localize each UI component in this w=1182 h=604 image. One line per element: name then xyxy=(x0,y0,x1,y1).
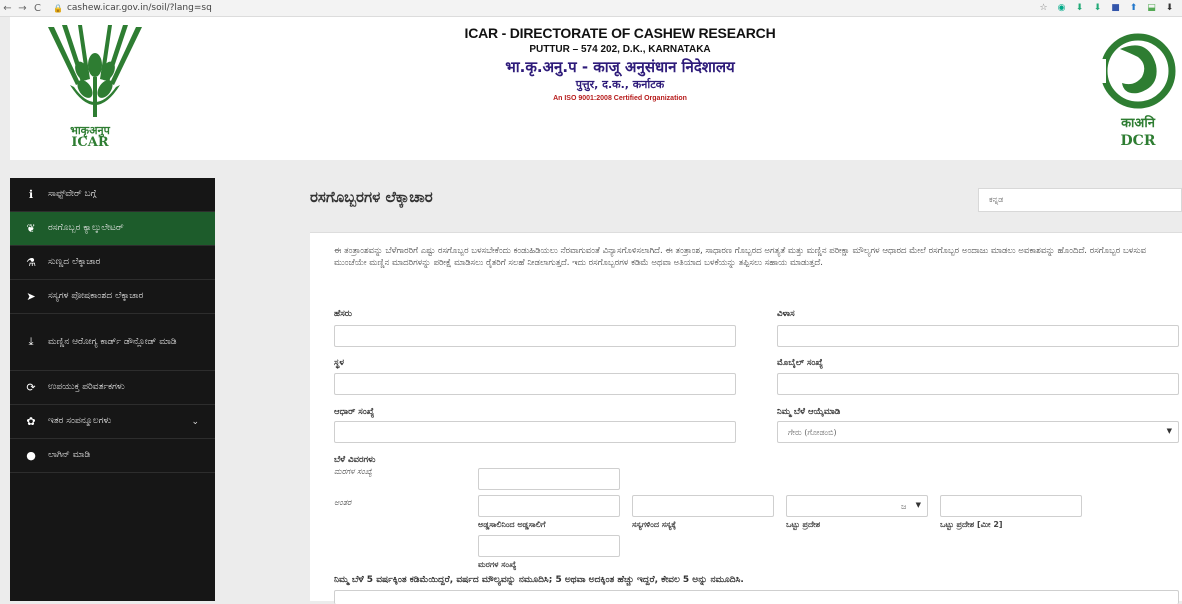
address-bar[interactable]: 🔒 cashew.icar.gov.in/soil/?lang=sq xyxy=(53,3,212,13)
forward-icon[interactable]: → xyxy=(15,3,30,14)
institute-title: ICAR - DIRECTORATE OF CASHEW RESEARCH PU… xyxy=(410,25,830,102)
plant-spacing-field[interactable] xyxy=(632,495,774,517)
caret-down-icon: ▼ xyxy=(1166,427,1172,435)
intro-text: ಈ ತಂತ್ರಾಂಶವನ್ನು ಬೆಳೆಗಾರರಿಗೆ ಎಷ್ಟು ರಸಗೊಬ್… xyxy=(334,246,1147,268)
total-area-caption: ಒಟ್ಟು ಪ್ರದೇಶ xyxy=(786,520,821,529)
row-to-row-caption: ಅಡ್ಡಸಾಲಿನಿಂದ ಅಡ್ಡಸಾಲಿಗೆ xyxy=(478,520,546,529)
sidebar-item-about[interactable]: ℹ ಸಾಫ್ಟ್‌ವೇರ್ ಬಗ್ಗೆ xyxy=(10,178,215,212)
icar-logo-text: ICAR xyxy=(71,135,109,150)
sidebar-nav: ℹ ಸಾಫ್ಟ್‌ವೇರ್ ಬಗ್ಗೆ ❦ ರಸಗೊಬ್ಬರ ಕ್ಯಾಲ್ಕುಲ… xyxy=(10,178,215,601)
unit-select[interactable]: ಜ ▼ xyxy=(786,495,928,517)
address-label: ವಿಳಾಸ xyxy=(777,309,795,319)
plant-to-plant-caption: ಸಸ್ಯಗಳಿಂದ ಸಸ್ಯಕ್ಕೆ xyxy=(632,520,677,529)
sidebar-item-label: ಮಣ್ಣಿನ ಆರೋಗ್ಯ ಕಾರ್ಡ್ ಡೌನ್ಲೋಡ್ ಮಾಡಿ xyxy=(48,336,177,347)
trees-count-field[interactable] xyxy=(478,468,620,490)
dcr-logo-hindi: काअनि xyxy=(1121,116,1155,131)
fertilizer-form-card: ಈ ತಂತ್ರಾಂಶವನ್ನು ಬೆಳೆಗಾರರಿಗೆ ಎಷ್ಟು ರಸಗೊಬ್… xyxy=(310,232,1182,604)
reload-icon[interactable]: C xyxy=(30,3,45,14)
resources-icon: ✿ xyxy=(26,415,36,428)
lock-icon: 🔒 xyxy=(53,3,63,13)
crop-details-label: ಬೆಳೆ ವಿವರಗಳು xyxy=(334,455,376,465)
refresh-icon: ⟳ xyxy=(26,381,36,394)
title-hindi: भा.कृ.अनु.प - काजू अनुसंधान निदेशालय xyxy=(505,58,735,76)
extension-icon[interactable]: ■ xyxy=(1111,3,1120,13)
aadhar-field[interactable] xyxy=(334,421,736,443)
computed-trees-field[interactable] xyxy=(478,535,620,557)
title-hindi-address: पुत्तुर, द.क., कर्नाटक xyxy=(575,78,665,91)
plant-nutrient-icon: ➤ xyxy=(26,290,36,303)
url-text: cashew.icar.gov.in/soil/?lang=sq xyxy=(66,3,212,13)
sidebar-item-label: ರಸಗೊಬ್ಬರ ಕ್ಯಾಲ್ಕುಲೇಟರ್ xyxy=(48,223,124,233)
trees-count-label: ಮರಗಳ ಸಂಖ್ಯೆ xyxy=(334,467,373,476)
sidebar-item-login[interactable]: ● ಲಾಗಿನ್ ಮಾಡಿ xyxy=(10,439,215,473)
main-content: ರಸಗೊಬ್ಬರಗಳ ಲೆಕ್ಕಾಚಾರ ಕನ್ನಡ ಈ ತಂತ್ರಾಂಶವನ್… xyxy=(300,178,1182,604)
row-spacing-field[interactable] xyxy=(478,495,620,517)
sidebar-item-label: ಸಾಫ್ಟ್‌ವೇರ್ ಬಗ್ಗೆ xyxy=(48,189,97,199)
leaf-icon: ❦ xyxy=(26,222,36,235)
extension-icon[interactable]: ⬇ xyxy=(1075,3,1084,13)
extension-icon[interactable]: ⬇ xyxy=(1165,3,1174,13)
crop-select[interactable]: ಗೇರು (ಗೋಡಂಬಿ) ▼ xyxy=(777,421,1179,443)
address-field[interactable] xyxy=(777,325,1179,347)
caret-down-icon: ▼ xyxy=(915,501,921,509)
chevron-down-icon[interactable]: ⌄ xyxy=(191,417,199,427)
sidebar-item-label: ಸುಣ್ಣದ ಲೆಕ್ಕಾಚಾರ xyxy=(48,257,101,267)
extension-icon[interactable]: ⬇ xyxy=(1093,3,1102,13)
sidebar-item-label: ಸಸ್ಯಗಳ ಪೋಷಕಾಂಶದ ಲೆಕ್ಕಾಚಾರ xyxy=(48,291,144,301)
extension-icon[interactable]: ◉ xyxy=(1057,3,1066,13)
browser-toolbar: ← → C 🔒 cashew.icar.gov.in/soil/?lang=sq… xyxy=(0,0,1182,17)
sidebar-item-converters[interactable]: ⟳ ಉಪಯುಕ್ತ ಪರಿವರ್ತಕಗಳು xyxy=(10,371,215,405)
icar-logo[interactable]: भाकृअनुप ICAR xyxy=(35,25,155,153)
mobile-field[interactable] xyxy=(777,373,1179,395)
sidebar-item-label: ಲಾಗಿನ್ ಮಾಡಿ xyxy=(48,450,91,460)
aadhar-label: ಆಧಾರ್ ಸಂಖ್ಯೆ xyxy=(334,407,375,417)
page-title: ರಸಗೊಬ್ಬರಗಳ ಲೆಕ್ಕಾಚಾರ xyxy=(310,188,433,206)
crop-age-field[interactable] xyxy=(334,590,1179,604)
dcr-logo[interactable]: काअनि DCR xyxy=(1090,29,1180,154)
sidebar-item-soil-health-card[interactable]: ⤓ ಮಣ್ಣಿನ ಆರೋಗ್ಯ ಕಾರ್ಡ್ ಡೌನ್ಲೋಡ್ ಮಾಡಿ xyxy=(10,314,215,371)
title-address: PUTTUR – 574 202, D.K., KARNATAKA xyxy=(529,44,711,55)
crop-select-value: ಗೇರು (ಗೋಡಂಬಿ) xyxy=(788,428,837,437)
download-card-icon: ⤓ xyxy=(28,335,34,348)
lime-icon: ⚗ xyxy=(26,256,36,269)
name-field[interactable] xyxy=(334,325,736,347)
name-label: ಹೆಸರು xyxy=(334,309,352,319)
computed-trees-caption: ಮರಗಳ ಸಂಖ್ಯೆ xyxy=(478,560,517,569)
cashew-icon xyxy=(1090,33,1176,109)
sidebar-item-plant-nutrient[interactable]: ➤ ಸಸ್ಯಗಳ ಪೋಷಕಾಂಶದ ಲೆಕ್ಕಾಚಾರ xyxy=(10,280,215,314)
language-select[interactable]: ಕನ್ನಡ xyxy=(978,188,1182,212)
sidebar-item-label: ಉಪಯುಕ್ತ ಪರಿವರ್ತಕಗಳು xyxy=(48,382,125,392)
title-english: ICAR - DIRECTORATE OF CASHEW RESEARCH xyxy=(464,25,776,41)
site-header: भाकृअनुप ICAR ICAR - DIRECTORATE OF CASH… xyxy=(10,17,1182,160)
sidebar-item-lime-calculation[interactable]: ⚗ ಸುಣ್ಣದ ಲೆಕ್ಕಾಚಾರ xyxy=(10,246,215,280)
total-area-m2-field[interactable] xyxy=(940,495,1082,517)
crop-label: ನಿಮ್ಮ ಬೆಳೆ ಆಯ್ಕೆಮಾಡಿ xyxy=(777,407,841,417)
unit-select-value: ಜ xyxy=(901,502,907,511)
place-label: ಸ್ಥಳ xyxy=(334,358,344,368)
sidebar-item-fertilizer-calculator[interactable]: ❦ ರಸಗೊಬ್ಬರ ಕ್ಯಾಲ್ಕುಲೇಟರ್ xyxy=(10,212,215,246)
crop-age-note: ನಿಮ್ಮ ಬೆಳೆ 5 ವರ್ಷಕ್ಕಿಂತ ಕಡಿಮೆಯಿದ್ದರೆ, ವರ… xyxy=(334,575,744,585)
extension-icon[interactable]: ⬓ xyxy=(1147,3,1156,13)
iso-certification: An ISO 9001:2008 Certified Organization xyxy=(553,95,687,102)
back-icon[interactable]: ← xyxy=(0,3,15,14)
user-icon: ● xyxy=(26,449,36,462)
star-icon[interactable]: ☆ xyxy=(1039,3,1048,13)
extension-icons: ☆ ◉ ⬇ ⬇ ■ ⬆ ⬓ ⬇ xyxy=(1039,3,1174,13)
total-area-m2-caption: ಒಟ್ಟು ಪ್ರದೇಶ [ಮೀ 2] xyxy=(940,520,1003,529)
place-field[interactable] xyxy=(334,373,736,395)
spacing-label: ಅಂತರ xyxy=(334,498,352,507)
info-icon: ℹ xyxy=(28,188,34,201)
extension-icon[interactable]: ⬆ xyxy=(1129,3,1138,13)
sidebar-item-other-resources[interactable]: ✿ ಇತರ ಸಂಪನ್ಮೂಲಗಳು ⌄ xyxy=(10,405,215,439)
mobile-label: ಮೊಬೈಲ್ ಸಂಖ್ಯೆ xyxy=(777,358,823,368)
sidebar-item-label: ಇತರ ಸಂಪನ್ಮೂಲಗಳು xyxy=(48,416,112,426)
dcr-logo-text: DCR xyxy=(1120,133,1156,149)
wheat-icon xyxy=(48,25,142,117)
